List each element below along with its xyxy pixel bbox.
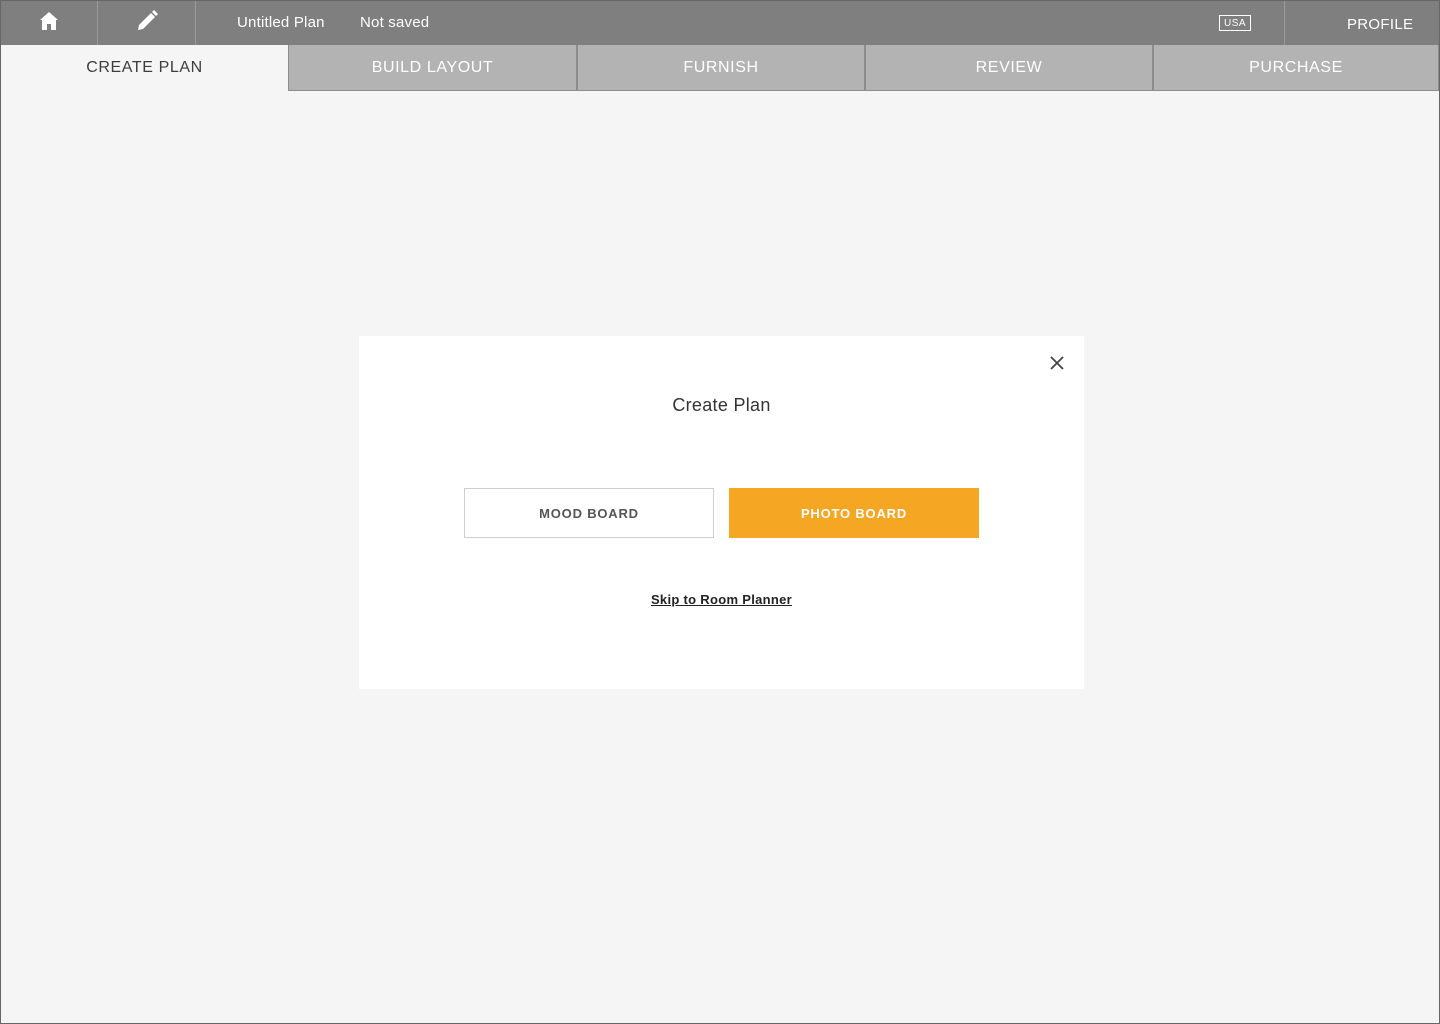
profile-link[interactable]: PROFILE xyxy=(1347,16,1413,33)
close-icon xyxy=(1050,355,1064,375)
top-bar: Untitled Plan Not saved USA PROFILE xyxy=(1,1,1439,45)
mood-board-button[interactable]: MOOD BOARD xyxy=(464,488,714,538)
edit-plan-button[interactable] xyxy=(98,1,196,45)
save-status: Not saved xyxy=(360,14,430,31)
step-tabs: CREATE PLAN BUILD LAYOUT FURNISH REVIEW … xyxy=(1,45,1439,91)
region-selector[interactable]: USA xyxy=(1219,15,1251,31)
tab-review[interactable]: REVIEW xyxy=(865,45,1153,91)
create-plan-dialog: Create Plan MOOD BOARD PHOTO BOARD Skip … xyxy=(359,336,1084,689)
tab-create-plan[interactable]: CREATE PLAN xyxy=(1,45,288,91)
skip-to-room-planner-link[interactable]: Skip to Room Planner xyxy=(359,592,1084,607)
close-button[interactable] xyxy=(1047,355,1067,375)
app-frame: Untitled Plan Not saved USA PROFILE CREA… xyxy=(0,0,1440,1024)
home-icon xyxy=(39,11,59,36)
profile-area: PROFILE xyxy=(1284,1,1439,45)
plan-name[interactable]: Untitled Plan xyxy=(237,14,325,31)
home-button[interactable] xyxy=(1,1,98,45)
tab-build-layout[interactable]: BUILD LAYOUT xyxy=(288,45,577,91)
photo-board-button[interactable]: PHOTO BOARD xyxy=(729,488,979,538)
tab-purchase[interactable]: PURCHASE xyxy=(1153,45,1439,91)
dialog-title: Create Plan xyxy=(672,395,771,415)
tab-furnish[interactable]: FURNISH xyxy=(577,45,865,91)
pencil-icon xyxy=(136,9,158,37)
